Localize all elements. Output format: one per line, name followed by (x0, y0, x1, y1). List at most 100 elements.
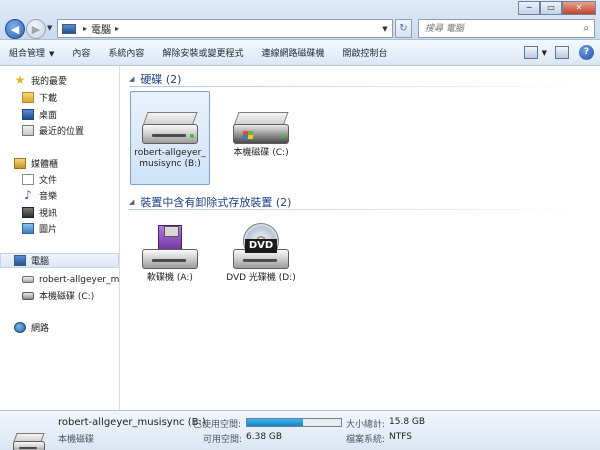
search-input[interactable] (425, 21, 575, 36)
search-box[interactable]: ⌕ (418, 19, 595, 38)
computer-icon (14, 255, 26, 266)
address-history-dropdown[interactable]: ▼ (378, 25, 392, 33)
sidebar-item-videos[interactable]: 視訊 (0, 205, 119, 220)
breadcrumb-separator[interactable]: ▸ (115, 24, 119, 33)
chevron-down-icon: ▼ (49, 50, 55, 58)
forward-arrow-icon: ▶ (31, 22, 41, 36)
system-drive-icon (229, 100, 293, 144)
change-view-icon[interactable] (523, 46, 538, 59)
group-title: 硬碟 (2) (140, 73, 182, 86)
drive-label: DVD 光碟機 (D:) (226, 273, 296, 283)
sidebar-item-documents[interactable]: 文件 (0, 172, 119, 187)
help-icon[interactable]: ? (579, 45, 594, 60)
close-button[interactable]: ✕ (562, 1, 596, 15)
sidebar-item-drive-c[interactable]: 本機磁碟 (C:) (0, 288, 119, 303)
properties-button[interactable]: 內容 (63, 46, 99, 59)
sidebar-item-label: 本機磁碟 (C:) (39, 292, 95, 302)
sidebar-item-label: 桌面 (39, 111, 58, 121)
details-pane: robert-allgeyer_musisync (B:) 本機磁碟 已使用空間… (0, 410, 600, 450)
sidebar-item-computer[interactable]: 電腦 (0, 253, 119, 268)
refresh-icon: ↻ (399, 23, 408, 34)
recent-pages-dropdown[interactable]: ▼ (47, 24, 52, 32)
sidebar-item-desktop[interactable]: 桌面 (0, 107, 119, 122)
sidebar-item-label: 圖片 (39, 225, 58, 235)
breadcrumb-computer[interactable]: 電腦 (91, 21, 111, 36)
video-icon (22, 207, 34, 218)
map-network-drive-button[interactable]: 連線網路磁碟機 (252, 46, 333, 59)
sidebar-item-downloads[interactable]: 下載 (0, 90, 119, 105)
windows-logo-icon (243, 131, 253, 139)
group-header-removable[interactable]: ◢ 裝置中含有卸除式存放裝置 (2) (129, 194, 589, 210)
system-drive-icon (22, 291, 34, 300)
sidebar-item-label: 我的最愛 (31, 77, 68, 87)
star-icon: ★ (14, 73, 26, 87)
group-divider (129, 86, 589, 87)
pictures-icon (22, 223, 34, 234)
sidebar-item-network[interactable]: 網路 (0, 320, 119, 335)
sidebar-item-label: 下載 (39, 94, 58, 104)
organize-label: 組合管理 (9, 49, 46, 59)
dvd-badge: DVD (245, 239, 277, 253)
minimize-button[interactable]: ─ (518, 1, 540, 15)
sidebar-item-label: robert-allgeyer_mu (39, 274, 119, 285)
selected-item-type: 本機磁碟 (58, 435, 95, 445)
group-header-hard-disks[interactable]: ◢ 硬碟 (2) (129, 71, 589, 87)
floppy-drive-icon (138, 225, 202, 269)
documents-icon (22, 174, 34, 185)
collapse-arrow-icon: ◢ (129, 75, 135, 83)
preview-pane-icon[interactable] (555, 46, 569, 59)
drive-tile-b[interactable]: robert-allgeyer_ musisync (B:) (130, 91, 210, 185)
open-control-panel-button[interactable]: 開啟控制台 (333, 46, 396, 59)
sidebar-item-music[interactable]: ♪ 音樂 (0, 188, 119, 203)
sidebar-item-label: 視訊 (39, 209, 58, 219)
network-icon (14, 322, 26, 333)
command-bar: 組合管理 ▼ 內容 系統內容 解除安裝或變更程式 連線網路磁碟機 開啟控制台 ▼ … (0, 40, 600, 66)
computer-icon (62, 23, 76, 34)
sidebar-item-label: 網路 (31, 324, 50, 334)
free-space-label: 可用空間: (203, 435, 243, 445)
collapse-arrow-icon: ◢ (129, 198, 135, 206)
title-bar: ─ ▭ ✕ ◀ ▶ ▼ ▸ 電腦 ▸ ▼ ↻ ⌕ (0, 0, 600, 40)
downloads-folder-icon (22, 92, 34, 103)
selected-item-name: robert-allgeyer_musisync (B:) (58, 417, 206, 428)
space-usage-fill (247, 419, 304, 426)
sidebar-item-label: 最近的位置 (39, 127, 85, 137)
space-usage-bar (246, 418, 342, 427)
navigation-pane: ★ 我的最愛 下載 桌面 最近的位置 媒體櫃 文件 ♪ 音樂 視訊 圖片 電腦 … (0, 66, 120, 410)
sidebar-item-label: 媒體櫃 (31, 160, 59, 170)
view-controls: ▼ ? (516, 45, 594, 60)
sidebar-item-libraries[interactable]: 媒體櫃 (0, 156, 119, 171)
search-icon[interactable]: ⌕ (583, 23, 589, 34)
organize-menu[interactable]: 組合管理 ▼ (0, 46, 63, 59)
recent-places-icon (22, 125, 34, 136)
uninstall-program-button[interactable]: 解除安裝或變更程式 (153, 46, 252, 59)
maximize-button[interactable]: ▭ (540, 1, 562, 15)
used-space-label: 已使用空間: (193, 420, 242, 430)
breadcrumb-separator[interactable]: ▸ (83, 24, 87, 33)
system-properties-button[interactable]: 系統內容 (99, 46, 153, 59)
group-divider (129, 209, 589, 210)
sidebar-item-drive-b[interactable]: robert-allgeyer_mu (0, 272, 119, 287)
window-controls: ─ ▭ ✕ (518, 1, 596, 15)
back-button[interactable]: ◀ (5, 19, 25, 39)
drive-tile-a[interactable]: 軟碟機 (A:) (130, 216, 210, 314)
sidebar-item-label: 文件 (39, 176, 58, 186)
hard-drive-icon (22, 276, 34, 283)
refresh-button[interactable]: ↻ (395, 19, 412, 38)
drive-tile-d[interactable]: DVD DVD 光碟機 (D:) (221, 216, 301, 314)
total-size-value: 15.8 GB (389, 417, 426, 427)
hard-drive-icon (138, 100, 202, 144)
drive-tile-c[interactable]: 本機磁碟 (C:) (221, 91, 301, 189)
file-system-value: NTFS (389, 432, 412, 442)
view-options-dropdown[interactable]: ▼ (542, 49, 547, 57)
file-system-label: 檔案系統: (346, 435, 386, 445)
address-bar[interactable]: ▸ 電腦 ▸ ▼ (57, 19, 393, 38)
sidebar-item-label: 電腦 (31, 257, 50, 267)
dvd-drive-icon: DVD (229, 223, 293, 269)
file-list: ◢ 硬碟 (2) robert-allgeyer_ musisync (B:) … (121, 66, 600, 410)
sidebar-item-pictures[interactable]: 圖片 (0, 221, 119, 236)
sidebar-item-favorites[interactable]: ★ 我的最愛 (0, 73, 119, 88)
drive-label: 本機磁碟 (C:) (233, 148, 289, 158)
forward-button[interactable]: ▶ (26, 19, 46, 39)
sidebar-item-recent-places[interactable]: 最近的位置 (0, 123, 119, 138)
